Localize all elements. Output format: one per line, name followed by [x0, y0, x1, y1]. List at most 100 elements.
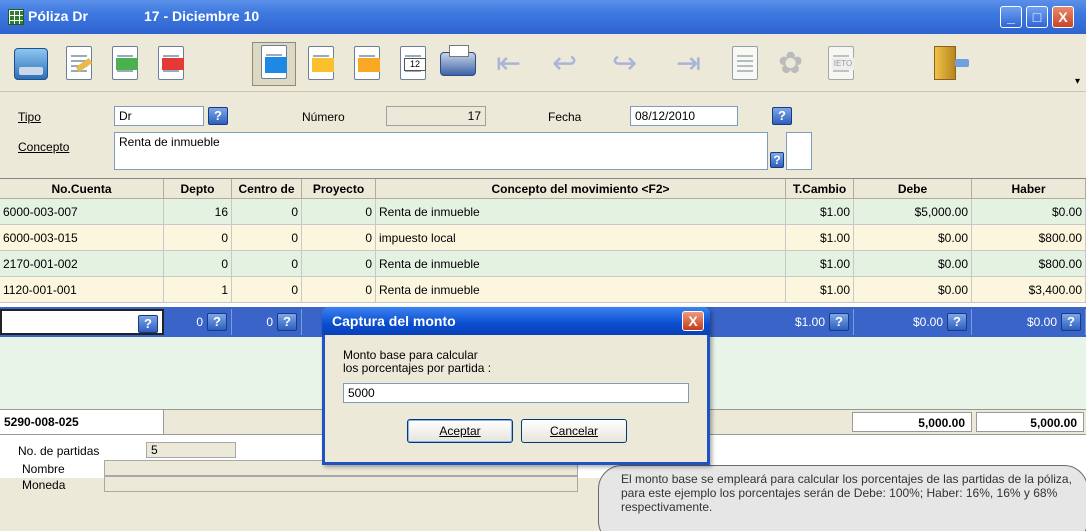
col-depto[interactable]: Depto: [164, 179, 232, 199]
cell-centro[interactable]: 0: [232, 277, 302, 303]
cell-tcambio[interactable]: $1.00: [786, 225, 854, 251]
minimize-button[interactable]: _: [1000, 6, 1022, 28]
cell-proyecto[interactable]: 0: [302, 277, 376, 303]
col-debe[interactable]: Debe: [854, 179, 972, 199]
save-icon[interactable]: [10, 44, 50, 84]
exit-icon[interactable]: [926, 44, 969, 84]
debe-help-button[interactable]: ?: [947, 313, 967, 331]
delete-row-icon[interactable]: [150, 44, 190, 84]
maximize-button[interactable]: □: [1026, 6, 1048, 28]
dialog-title[interactable]: Captura del monto X: [322, 307, 710, 335]
fecha-field[interactable]: 08/12/2010: [630, 106, 738, 126]
new-cuenta-cell[interactable]: ?: [0, 309, 164, 335]
tipo-field[interactable]: Dr: [114, 106, 204, 126]
cell-centro[interactable]: 0: [232, 225, 302, 251]
tcambio-help-button[interactable]: ?: [829, 313, 849, 331]
new-haber-cell[interactable]: $0.00 ?: [972, 309, 1086, 335]
capture-icon[interactable]: [252, 42, 296, 86]
nombre-label: Nombre: [22, 462, 65, 476]
last-record-icon[interactable]: ⇥: [672, 44, 712, 84]
tipo-help-button[interactable]: ?: [208, 107, 228, 125]
cancelar-button[interactable]: Cancelar: [521, 419, 627, 443]
first-record-icon[interactable]: ⇤: [490, 44, 530, 84]
aceptar-button[interactable]: Aceptar: [407, 419, 513, 443]
col-concepto[interactable]: Concepto del movimiento <F2>: [376, 179, 786, 199]
info-callout: El monto base se empleará para calcular …: [598, 465, 1086, 531]
cell-centro[interactable]: 0: [232, 199, 302, 225]
mail-icon[interactable]: [300, 44, 340, 84]
cell-depto[interactable]: 1: [164, 277, 232, 303]
numero-label: Número: [302, 110, 345, 124]
fecha-help-button[interactable]: ?: [772, 107, 792, 125]
cell-centro[interactable]: 0: [232, 251, 302, 277]
moneda-label: Moneda: [22, 478, 66, 492]
concepto-help-button[interactable]: ?: [770, 152, 784, 168]
distribute-icon[interactable]: ✿: [772, 44, 812, 84]
close-button[interactable]: X: [1052, 6, 1074, 28]
cell-concepto[interactable]: impuesto local: [376, 225, 786, 251]
cell-haber[interactable]: $800.00: [972, 225, 1086, 251]
cell-cuenta[interactable]: 6000-003-015: [0, 225, 164, 251]
next-record-icon[interactable]: ↪: [608, 44, 648, 84]
cell-haber[interactable]: $3,400.00: [972, 277, 1086, 303]
edit-icon[interactable]: [58, 44, 98, 84]
folder-icon[interactable]: [346, 44, 386, 84]
centro-help-button[interactable]: ?: [277, 313, 297, 331]
title-bar[interactable]: Póliza Dr 17 - Diciembre 10 _ □ X: [0, 0, 1086, 34]
ieto-label: IETO: [832, 58, 854, 70]
cell-proyecto[interactable]: 0: [302, 251, 376, 277]
numero-field: 17: [386, 106, 486, 126]
concepto-field[interactable]: Renta de inmueble: [114, 132, 768, 170]
print-icon[interactable]: [438, 44, 478, 84]
new-centro-cell[interactable]: 0 ?: [232, 309, 302, 335]
concepto-edit-icon[interactable]: [786, 132, 812, 170]
depto-help-button[interactable]: ?: [207, 313, 227, 331]
table-row[interactable]: 6000-003-015 0 0 0 impuesto local $1.00 …: [0, 225, 1086, 251]
new-depto-cell[interactable]: 0 ?: [164, 309, 232, 335]
table-row[interactable]: 1120-001-001 1 0 0 Renta de inmueble $1.…: [0, 277, 1086, 303]
cell-tcambio[interactable]: $1.00: [786, 199, 854, 225]
cell-tcambio[interactable]: $1.00: [786, 251, 854, 277]
cell-cuenta[interactable]: 6000-003-007: [0, 199, 164, 225]
cell-debe[interactable]: $0.00: [854, 251, 972, 277]
cell-proyecto[interactable]: 0: [302, 225, 376, 251]
previous-record-icon[interactable]: ↩: [548, 44, 588, 84]
add-row-icon[interactable]: [104, 44, 144, 84]
cell-depto[interactable]: 0: [164, 251, 232, 277]
columns-icon[interactable]: [724, 44, 764, 84]
cell-cuenta[interactable]: 2170-001-002: [0, 251, 164, 277]
cell-concepto[interactable]: Renta de inmueble: [376, 277, 786, 303]
cell-concepto[interactable]: Renta de inmueble: [376, 251, 786, 277]
table-row[interactable]: 6000-003-007 16 0 0 Renta de inmueble $1…: [0, 199, 1086, 225]
window-subtitle: 17 - Diciembre 10: [144, 8, 260, 24]
cell-depto[interactable]: 16: [164, 199, 232, 225]
calendar-icon[interactable]: 12: [392, 44, 432, 84]
aceptar-label: Aceptar: [439, 424, 481, 438]
monto-input[interactable]: 5000: [343, 383, 689, 403]
col-proyecto[interactable]: Proyecto: [302, 179, 376, 199]
col-cuenta[interactable]: No.Cuenta: [0, 179, 164, 199]
cell-debe[interactable]: $0.00: [854, 277, 972, 303]
cell-debe[interactable]: $5,000.00: [854, 199, 972, 225]
table-row[interactable]: 2170-001-002 0 0 0 Renta de inmueble $1.…: [0, 251, 1086, 277]
dialog-close-button[interactable]: X: [682, 311, 704, 331]
new-debe-cell[interactable]: $0.00 ?: [854, 309, 972, 335]
cuenta-help-button[interactable]: ?: [138, 315, 158, 333]
cell-haber[interactable]: $0.00: [972, 199, 1086, 225]
cell-debe[interactable]: $0.00: [854, 225, 972, 251]
cell-proyecto[interactable]: 0: [302, 199, 376, 225]
cell-tcambio[interactable]: $1.00: [786, 277, 854, 303]
new-tcambio-value: $1.00: [794, 315, 825, 329]
toolbar-overflow-icon[interactable]: ▾: [1075, 76, 1080, 87]
col-centro[interactable]: Centro de: [232, 179, 302, 199]
cell-depto[interactable]: 0: [164, 225, 232, 251]
partidas-field: 5: [146, 442, 236, 458]
col-tcambio[interactable]: T.Cambio: [786, 179, 854, 199]
cell-haber[interactable]: $800.00: [972, 251, 1086, 277]
new-tcambio-cell[interactable]: $1.00 ?: [786, 309, 854, 335]
cell-concepto[interactable]: Renta de inmueble: [376, 199, 786, 225]
col-haber[interactable]: Haber: [972, 179, 1086, 199]
cell-cuenta[interactable]: 1120-001-001: [0, 277, 164, 303]
ieto-icon[interactable]: IETO: [820, 44, 860, 84]
haber-help-button[interactable]: ?: [1061, 313, 1081, 331]
